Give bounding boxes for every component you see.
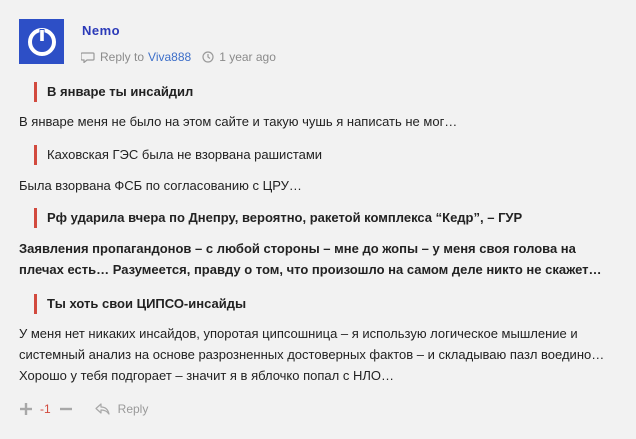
comment-paragraph: Заявления пропагандонов – с любой сторон… [19, 241, 602, 277]
reply-button[interactable]: Reply [95, 402, 149, 416]
comment-paragraph: У меня нет никаких инсайдов, упоротая ци… [19, 326, 605, 383]
comment-actions: -1 Reply [19, 402, 148, 416]
vote-score: -1 [40, 402, 51, 416]
quote-block: Ты хоть свои ЦИПСО-инсайды [34, 294, 246, 314]
reply-to-user-link[interactable]: Viva888 [148, 50, 191, 64]
reply-label: Reply [117, 402, 149, 416]
comment-paragraph: В январе меня не было на этом сайте и та… [19, 114, 458, 129]
avatar[interactable] [19, 19, 64, 64]
quote-block: Рф ударила вчера по Днепру, вероятно, ра… [34, 208, 522, 228]
downvote-button[interactable] [59, 402, 73, 416]
comment-timestamp[interactable]: 1 year ago [219, 50, 276, 64]
reply-icon [95, 403, 110, 415]
plus-icon [20, 403, 32, 415]
power-icon [27, 27, 56, 56]
comment-author[interactable]: Nemo [82, 23, 120, 38]
reply-to-label: Reply to [100, 50, 145, 64]
quote-block: Каховская ГЭС была не взорвана рашистами [34, 145, 322, 165]
reply-arrow-icon [81, 51, 95, 63]
upvote-button[interactable] [19, 402, 33, 416]
minus-icon [59, 407, 72, 411]
comment: Nemo Reply to Viva888 1 year ago В январ… [0, 0, 636, 439]
comment-meta: Reply to Viva888 1 year ago [81, 50, 276, 64]
clock-icon [202, 51, 214, 63]
comment-paragraph: Была взорвана ФСБ по согласованию с ЦРУ… [19, 178, 302, 193]
quote-block: В январе ты инсайдил [34, 82, 193, 102]
